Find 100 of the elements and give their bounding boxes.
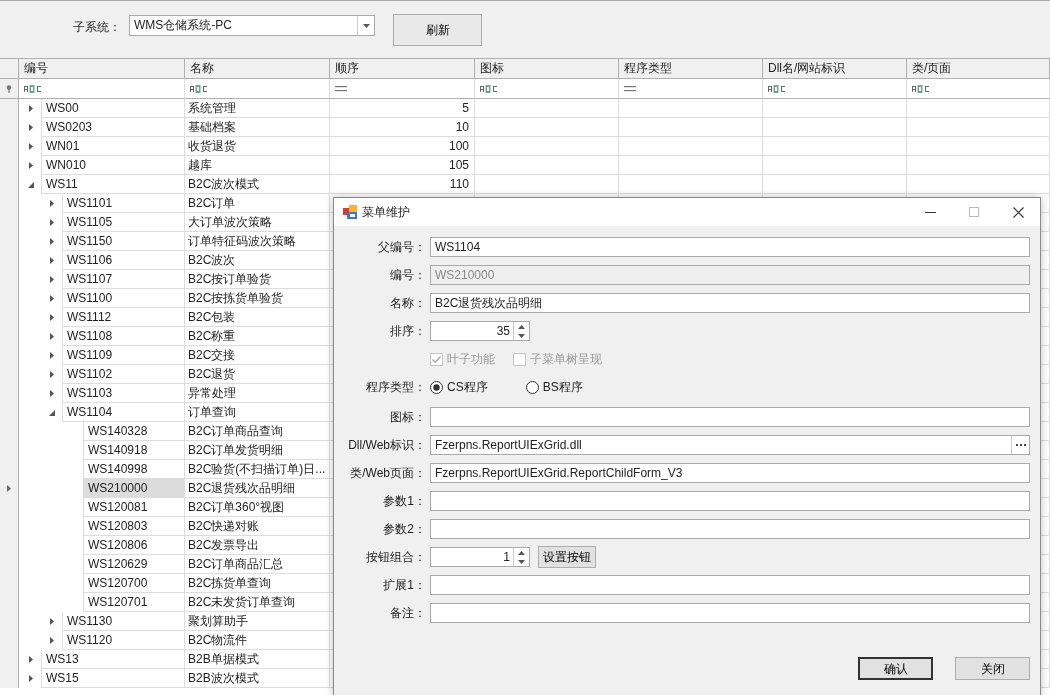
column-header[interactable]: 图标 (475, 58, 619, 79)
tree-node[interactable]: WS1100 (62, 289, 184, 308)
spin-field[interactable]: 1 (430, 547, 530, 567)
spin-field[interactable]: 35 (430, 321, 530, 341)
text-filter-icon[interactable] (912, 84, 929, 93)
input-field[interactable] (430, 491, 1030, 511)
expand-icon[interactable] (49, 618, 54, 625)
input-field[interactable]: Fzerpns.ReportUIExGrid.dll (430, 435, 1030, 455)
table-cell: B2C退货残次品明细 (185, 479, 330, 498)
equals-filter-icon[interactable] (335, 85, 347, 92)
tree-node[interactable]: WS1107 (62, 270, 184, 289)
expand-icon[interactable] (49, 257, 54, 264)
collapse-icon[interactable] (48, 409, 55, 416)
checkbox-label: 叶子功能 (447, 351, 495, 368)
tree-node[interactable]: WS15 (41, 669, 184, 688)
tree-node[interactable]: WS120701 (83, 593, 184, 612)
radio-label: CS程序 (447, 379, 488, 396)
tree-node[interactable]: WS1105 (62, 213, 184, 232)
table-cell: 5 (330, 99, 475, 118)
table-cell: 订单特征码波次策略 (185, 232, 330, 251)
tree-node[interactable]: WS11 (41, 175, 184, 194)
refresh-button[interactable]: 刷新 (393, 14, 482, 46)
input-field[interactable] (430, 407, 1030, 427)
column-header[interactable]: 编号 (19, 58, 185, 79)
equals-filter-icon[interactable] (624, 85, 636, 92)
column-header[interactable]: 顺序 (330, 58, 475, 79)
tree-node[interactable]: WS1108 (62, 327, 184, 346)
tree-node[interactable]: WS120700 (83, 574, 184, 593)
expand-icon[interactable] (49, 238, 54, 245)
tree-node[interactable]: WS13 (41, 650, 184, 669)
tree-node[interactable]: WS0203 (41, 118, 184, 137)
tree-node[interactable]: WN01 (41, 137, 184, 156)
table-cell: B2C订单商品汇总 (185, 555, 330, 574)
input-field[interactable] (430, 603, 1030, 623)
tree-node[interactable]: WS1104 (62, 403, 184, 422)
expand-icon[interactable] (49, 200, 54, 207)
tree-node[interactable]: WS1120 (62, 631, 184, 650)
pin-icon[interactable] (6, 84, 12, 93)
column-header[interactable]: 程序类型 (619, 58, 763, 79)
close-icon[interactable] (1012, 206, 1024, 218)
expand-icon[interactable] (49, 219, 54, 226)
up-arrow-icon[interactable] (518, 550, 525, 555)
down-arrow-icon[interactable] (518, 333, 525, 338)
tree-node[interactable]: WS00 (41, 99, 184, 118)
tree-node[interactable]: WS1150 (62, 232, 184, 251)
expand-icon[interactable] (49, 295, 54, 302)
expand-icon[interactable] (49, 390, 54, 397)
text-filter-icon[interactable] (480, 84, 497, 93)
text-filter-icon[interactable] (24, 84, 41, 93)
expand-icon[interactable] (49, 314, 54, 321)
tree-node[interactable]: WS210000 (83, 479, 184, 498)
tree-node[interactable]: WS1102 (62, 365, 184, 384)
tree-node[interactable]: WS1106 (62, 251, 184, 270)
expand-icon[interactable] (49, 371, 54, 378)
input-field[interactable]: WS1104 (430, 237, 1030, 257)
text-filter-icon[interactable] (190, 84, 207, 93)
minimize-icon[interactable] (924, 211, 936, 213)
expand-icon[interactable] (28, 162, 33, 169)
table-cell: B2C退货 (185, 365, 330, 384)
tree-node[interactable]: WS1101 (62, 194, 184, 213)
expand-icon[interactable] (28, 675, 33, 682)
dialog-button[interactable]: 关闭 (955, 657, 1030, 680)
tree-node[interactable]: WS1103 (62, 384, 184, 403)
expand-icon[interactable] (49, 352, 54, 359)
subsystem-dropdown[interactable]: WMS仓储系统-PC (129, 15, 375, 36)
up-arrow-icon[interactable] (518, 324, 525, 329)
set-buttons-button[interactable]: 设置按钮 (538, 546, 596, 568)
tree-node[interactable]: WS1109 (62, 346, 184, 365)
tree-node[interactable]: WS120081 (83, 498, 184, 517)
input-field[interactable] (430, 519, 1030, 539)
expand-icon[interactable] (49, 276, 54, 283)
tree-node[interactable]: WS140328 (83, 422, 184, 441)
down-arrow-icon[interactable] (518, 559, 525, 564)
tree-node[interactable]: WS1112 (62, 308, 184, 327)
input-field[interactable]: B2C退货残次品明细 (430, 293, 1030, 313)
radio-button[interactable] (525, 380, 539, 394)
collapse-icon[interactable] (27, 181, 34, 188)
tree-node[interactable]: WS1130 (62, 612, 184, 631)
column-header[interactable]: Dll名/网站标识 (763, 58, 907, 79)
table-cell: B2C验货(不扫描订单)日... (185, 460, 330, 479)
table-cell: B2C未发货订单查询 (185, 593, 330, 612)
tree-node[interactable]: WS120803 (83, 517, 184, 536)
input-field[interactable] (430, 575, 1030, 595)
text-filter-icon[interactable] (768, 84, 785, 93)
tree-node[interactable]: WN010 (41, 156, 184, 175)
expand-icon[interactable] (28, 143, 33, 150)
expand-icon[interactable] (49, 333, 54, 340)
tree-node[interactable]: WS120629 (83, 555, 184, 574)
column-header[interactable]: 类/页面 (907, 58, 1050, 79)
table-cell: 收货退货 (185, 137, 330, 156)
input-field[interactable]: Fzerpns.ReportUIExGrid.ReportChildForm_V3 (430, 463, 1030, 483)
expand-icon[interactable] (49, 637, 54, 644)
expand-icon[interactable] (28, 124, 33, 131)
expand-icon[interactable] (28, 656, 33, 663)
radio-button[interactable] (430, 380, 443, 394)
column-header[interactable]: 名称 (185, 58, 330, 79)
expand-icon[interactable] (28, 105, 33, 112)
tree-node[interactable]: WS140918 (83, 441, 184, 460)
tree-node[interactable]: WS120806 (83, 536, 184, 555)
dialog-button[interactable]: 确认 (858, 657, 933, 680)
